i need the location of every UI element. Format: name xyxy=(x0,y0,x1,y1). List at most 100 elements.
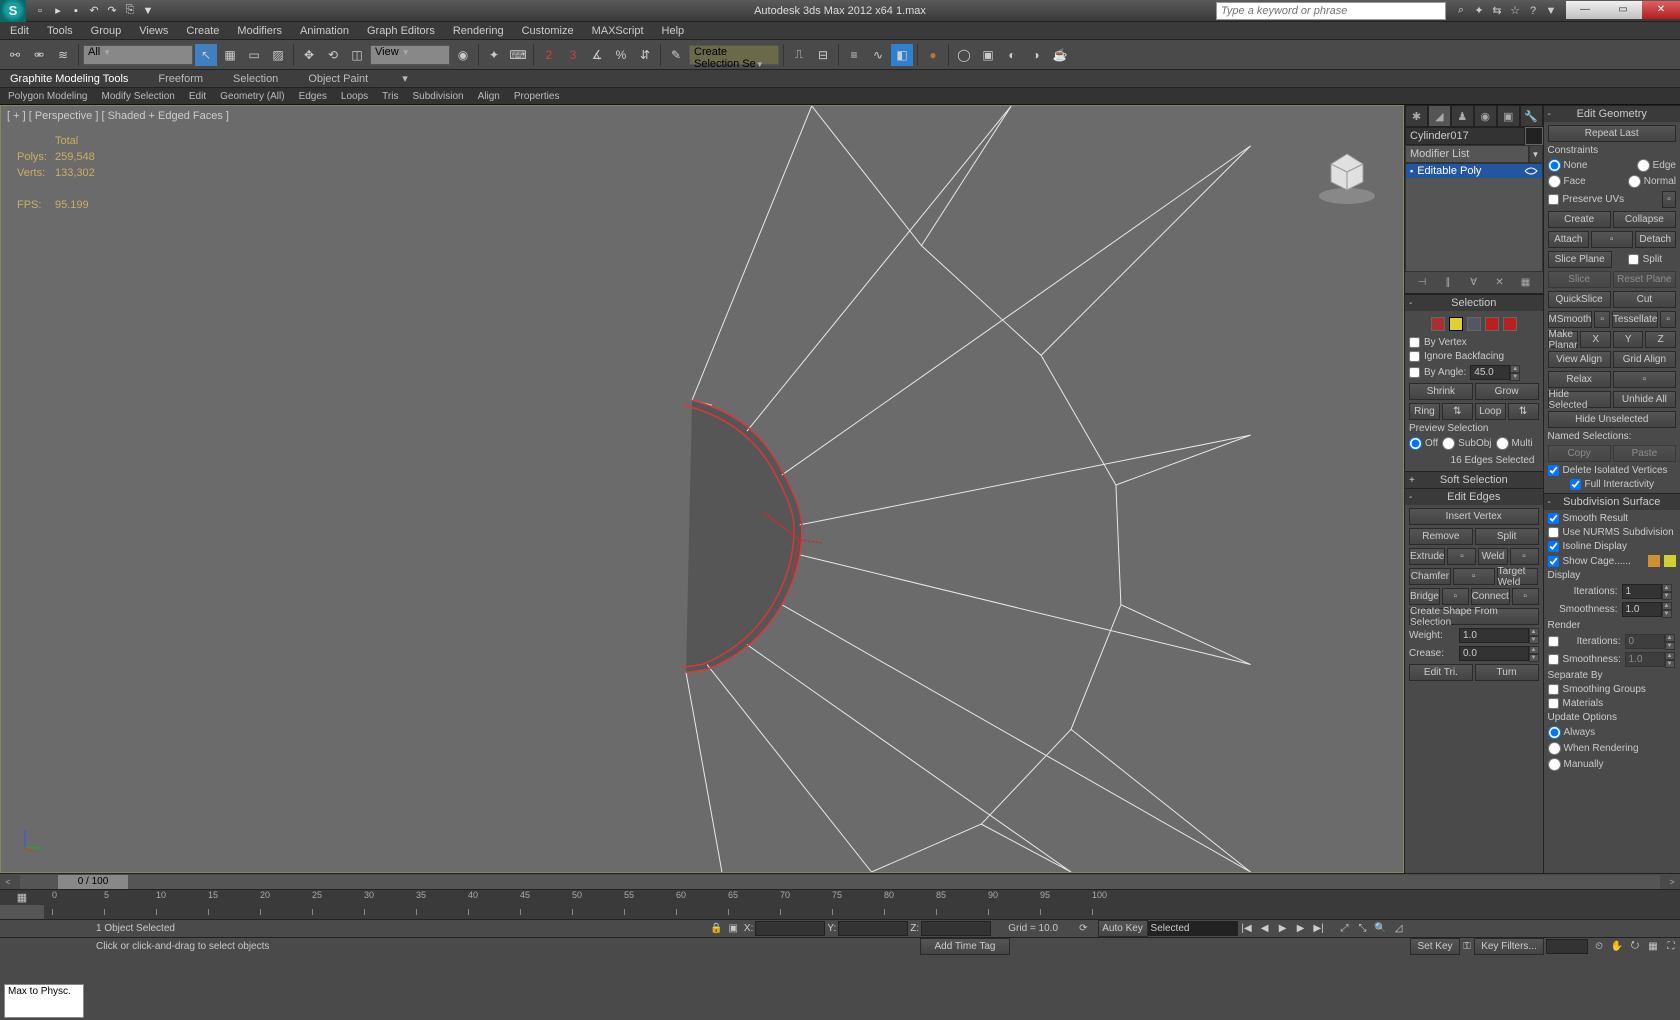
scale-tool-icon[interactable]: ◫ xyxy=(346,44,368,66)
material-editor-icon[interactable]: ● xyxy=(922,44,944,66)
ribbon-panel-tris[interactable]: Tris xyxy=(382,91,398,102)
insert-vertex-button[interactable]: Insert Vertex xyxy=(1409,508,1539,525)
hide-selected-button[interactable]: Hide Selected xyxy=(1548,391,1611,408)
manipulate-icon[interactable]: ✦ xyxy=(483,44,505,66)
menu-views[interactable]: Views xyxy=(139,25,168,37)
ribbon-panel-modsel[interactable]: Modify Selection xyxy=(102,91,175,102)
separate-materials-checkbox[interactable] xyxy=(1548,698,1559,709)
repeat-last-button[interactable]: Repeat Last xyxy=(1548,125,1677,142)
grid-align-button[interactable]: Grid Align xyxy=(1613,351,1676,368)
keyboard-shortcut-icon[interactable]: ⌨ xyxy=(507,44,529,66)
target-weld-button[interactable]: Target Weld xyxy=(1497,568,1539,585)
menu-tools[interactable]: Tools xyxy=(47,25,73,37)
help-dropdown-icon[interactable]: ▼ xyxy=(1544,4,1558,18)
chamfer-settings-button[interactable]: ▫ xyxy=(1453,568,1495,585)
planar-z-button[interactable]: Z xyxy=(1645,331,1676,348)
msmooth-button[interactable]: MSmooth xyxy=(1548,311,1593,328)
edit-named-sel-icon[interactable]: ✎ xyxy=(665,44,687,66)
motion-tab-icon[interactable]: ◉ xyxy=(1474,105,1497,127)
utilities-tab-icon[interactable]: 🔧 xyxy=(1520,105,1543,127)
qat-dropdown-icon[interactable]: ▼ xyxy=(140,3,156,19)
key-icon[interactable]: ✦ xyxy=(1472,4,1486,18)
show-cage-checkbox[interactable] xyxy=(1548,556,1559,567)
open-icon[interactable]: ▸ xyxy=(50,3,66,19)
prev-frame-icon[interactable]: ◀ xyxy=(1256,921,1274,937)
timeslider-prev-icon[interactable]: < xyxy=(0,875,16,889)
chamfer-button[interactable]: Chamfer xyxy=(1409,568,1451,585)
extrude-settings-button[interactable]: ▫ xyxy=(1447,548,1476,565)
split-button[interactable]: Split xyxy=(1475,528,1539,545)
configure-sets-icon[interactable]: ▦ xyxy=(1519,276,1533,290)
zoom-extents-all-icon[interactable]: ⤡ xyxy=(1354,921,1372,937)
constraint-none-radio[interactable] xyxy=(1548,159,1561,172)
ring-spinner[interactable]: ⇅ xyxy=(1442,403,1473,420)
bridge-button[interactable]: Bridge xyxy=(1409,588,1440,605)
adaptive-degradation-icon[interactable]: ⟳ xyxy=(1079,923,1087,934)
msmooth-settings-button[interactable]: ▫ xyxy=(1594,311,1610,328)
relax-settings-button[interactable]: ▫ xyxy=(1613,371,1676,388)
menu-animation[interactable]: Animation xyxy=(300,25,349,37)
hierarchy-tab-icon[interactable]: ♟ xyxy=(1451,105,1474,127)
hide-unselected-button[interactable]: Hide Unselected xyxy=(1548,411,1677,428)
create-button[interactable]: Create xyxy=(1548,211,1611,228)
cut-button[interactable]: Cut xyxy=(1613,291,1676,308)
close-button[interactable]: ✕ xyxy=(1642,1,1680,19)
exchange-icon[interactable]: ⇆ xyxy=(1490,4,1504,18)
fov-icon[interactable]: ◿ xyxy=(1390,921,1408,937)
mirror-icon[interactable]: ⎍ xyxy=(788,44,810,66)
modifier-stack-item[interactable]: ▪ Editable Poly xyxy=(1406,164,1542,178)
attach-button[interactable]: Attach xyxy=(1548,231,1590,248)
save-icon[interactable]: ▪ xyxy=(68,3,84,19)
loop-button[interactable]: Loop xyxy=(1475,403,1506,420)
ribbon-tab-objectpaint[interactable]: Object Paint xyxy=(308,73,368,85)
ref-coord-combo[interactable]: View ▼ xyxy=(370,45,450,65)
ribbon-panel-align[interactable]: Align xyxy=(478,91,500,102)
percent-snap-icon[interactable]: % xyxy=(610,44,632,66)
ribbon-tab-selection[interactable]: Selection xyxy=(233,73,278,85)
render-prod-icon[interactable]: ◐ xyxy=(1001,44,1023,66)
tessellate-settings-button[interactable]: ▫ xyxy=(1660,311,1676,328)
preserve-uvs-checkbox[interactable] xyxy=(1548,194,1559,205)
pin-stack-icon[interactable]: ⊣ xyxy=(1415,276,1429,290)
render-iterative-icon[interactable]: ◑ xyxy=(1025,44,1047,66)
loop-spinner[interactable]: ⇅ xyxy=(1508,403,1539,420)
modifier-list-combo[interactable]: Modifier List xyxy=(1405,145,1529,163)
weld-button[interactable]: Weld xyxy=(1478,548,1507,565)
rollout-toggle-icon[interactable]: - xyxy=(1409,298,1412,309)
render-smoothness-checkbox[interactable] xyxy=(1548,654,1559,665)
update-rendering-radio[interactable] xyxy=(1548,742,1561,755)
connect-settings-button[interactable]: ▫ xyxy=(1512,588,1539,605)
zoom-icon[interactable]: 🔍 xyxy=(1372,921,1390,937)
element-subobj-icon[interactable] xyxy=(1503,317,1517,331)
make-planar-button[interactable]: Make Planar xyxy=(1548,331,1579,348)
update-always-radio[interactable] xyxy=(1548,726,1561,739)
time-slider-thumb[interactable]: 0 / 100 xyxy=(58,875,128,889)
layers-icon[interactable]: ≡ xyxy=(843,44,865,66)
ribbon-panel-geom[interactable]: Geometry (All) xyxy=(220,91,284,102)
rollout-toggle-icon[interactable]: - xyxy=(1409,492,1412,503)
autokey-button[interactable]: Auto Key xyxy=(1098,920,1148,937)
preserve-uvs-settings-button[interactable]: ▫ xyxy=(1662,191,1676,208)
time-config-icon[interactable]: ⏲ xyxy=(1590,939,1608,955)
maxscript-listener[interactable]: Max to Physc. xyxy=(4,984,84,1018)
ribbon-panel-loops[interactable]: Loops xyxy=(341,91,368,102)
show-end-result-icon[interactable]: ∥ xyxy=(1441,276,1455,290)
render-iterations-spinner[interactable] xyxy=(1625,634,1665,649)
connect-button[interactable]: Connect xyxy=(1471,588,1510,605)
menu-customize[interactable]: Customize xyxy=(522,25,574,37)
modifier-list-arrow-icon[interactable]: ▼ xyxy=(1529,145,1543,163)
link-icon[interactable]: ⎘ xyxy=(122,3,138,19)
grow-button[interactable]: Grow xyxy=(1475,383,1539,400)
angle-snap-icon[interactable]: ∡ xyxy=(586,44,608,66)
link-tool-icon[interactable]: ⚯ xyxy=(4,44,26,66)
cage-color-2[interactable] xyxy=(1664,555,1676,567)
edge-subobj-icon[interactable] xyxy=(1449,317,1463,331)
edit-tri-button[interactable]: Edit Tri. xyxy=(1409,664,1473,681)
viewport[interactable]: [ + ] [ Perspective ] [ Shaded + Edged F… xyxy=(0,105,1404,873)
ribbon-expand-icon[interactable]: ▾ xyxy=(402,72,408,85)
trackbar-mode-icon[interactable]: ▦ xyxy=(0,890,44,905)
isolate-icon[interactable]: ▣ xyxy=(728,923,737,934)
ribbon-panel-polymod[interactable]: Polygon Modeling xyxy=(8,91,88,102)
separate-smoothing-checkbox[interactable] xyxy=(1548,684,1559,695)
by-angle-checkbox[interactable] xyxy=(1409,367,1420,378)
